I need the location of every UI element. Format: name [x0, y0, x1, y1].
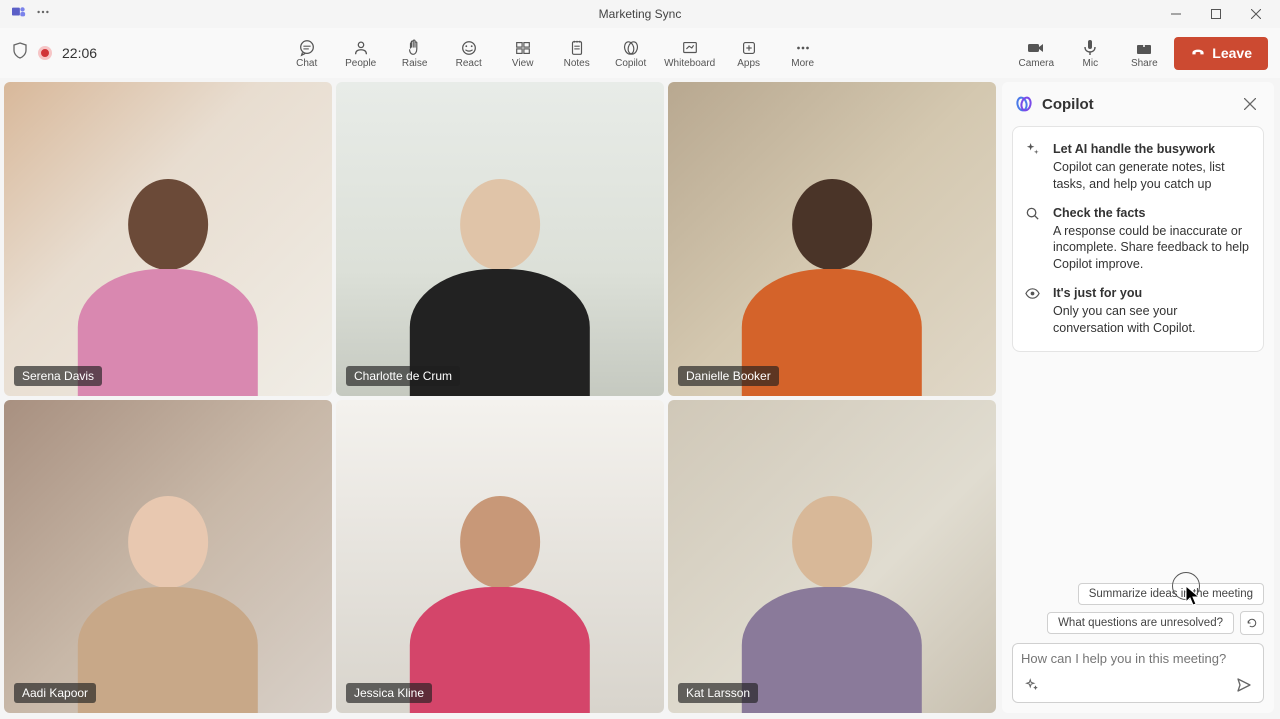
suggestion-chips: Summarize ideas in the meeting What ques…	[1012, 583, 1264, 635]
copilot-tip: Check the factsA response could be inacc…	[1023, 199, 1253, 280]
close-button[interactable]	[1236, 0, 1276, 28]
meeting-status: 22:06	[12, 42, 97, 65]
privacy-shield-icon[interactable]	[12, 42, 28, 65]
share-button[interactable]: Share	[1120, 31, 1168, 75]
copilot-compose: Summarize ideas in the meeting What ques…	[1002, 575, 1274, 713]
camera-button[interactable]: Camera	[1012, 31, 1060, 75]
send-button[interactable]	[1233, 674, 1255, 696]
copilot-tips-card: Let AI handle the busyworkCopilot can ge…	[1012, 126, 1264, 352]
participant-name: Aadi Kapoor	[14, 683, 96, 703]
copilot-header: Copilot	[1002, 82, 1274, 126]
hand-icon	[406, 38, 424, 58]
participant-tile[interactable]: Serena Davis	[4, 82, 332, 396]
media-controls: Camera Mic Share Leave	[1012, 31, 1268, 75]
toolbar-actions: Chat People Raise React View Notes Copil…	[283, 31, 827, 75]
app-icon	[12, 5, 26, 24]
copilot-icon	[622, 38, 640, 58]
view-icon	[514, 38, 532, 58]
chat-button[interactable]: Chat	[283, 31, 331, 75]
participant-name: Serena Davis	[14, 366, 102, 386]
window-controls	[1156, 0, 1276, 28]
maximize-button[interactable]	[1196, 0, 1236, 28]
copilot-close-button[interactable]	[1238, 92, 1262, 116]
react-button[interactable]: React	[445, 31, 493, 75]
raise-hand-button[interactable]: Raise	[391, 31, 439, 75]
minimize-button[interactable]	[1156, 0, 1196, 28]
copilot-button[interactable]: Copilot	[607, 31, 655, 75]
sparkle-icon	[1025, 141, 1043, 193]
leave-icon	[1190, 44, 1206, 63]
main-area: Serena Davis Charlotte de Crum Danielle …	[0, 78, 1280, 719]
emoji-icon	[460, 38, 478, 58]
video-grid: Serena Davis Charlotte de Crum Danielle …	[4, 82, 996, 713]
whiteboard-button[interactable]: Whiteboard	[661, 31, 719, 75]
more-icon[interactable]	[36, 5, 50, 24]
titlebar-left	[4, 5, 50, 24]
participant-tile[interactable]: Jessica Kline	[336, 400, 664, 714]
whiteboard-icon	[681, 38, 699, 58]
participant-name: Charlotte de Crum	[346, 366, 460, 386]
view-button[interactable]: View	[499, 31, 547, 75]
mic-button[interactable]: Mic	[1066, 31, 1114, 75]
camera-icon	[1026, 38, 1046, 58]
participant-tile[interactable]: Charlotte de Crum	[336, 82, 664, 396]
notes-button[interactable]: Notes	[553, 31, 601, 75]
sparkle-prompt-button[interactable]	[1021, 674, 1043, 696]
copilot-input[interactable]	[1021, 651, 1255, 666]
suggestion-chip[interactable]: What questions are unresolved?	[1047, 612, 1234, 634]
participant-tile[interactable]: Kat Larsson	[668, 400, 996, 714]
suggestion-chip[interactable]: Summarize ideas in the meeting	[1078, 583, 1264, 605]
meeting-timer: 22:06	[62, 45, 97, 61]
more-button[interactable]: More	[779, 31, 827, 75]
people-icon	[352, 38, 370, 58]
participant-name: Jessica Kline	[346, 683, 432, 703]
titlebar: Marketing Sync	[0, 0, 1280, 28]
copilot-tip: Let AI handle the busyworkCopilot can ge…	[1023, 135, 1253, 199]
mic-icon	[1080, 38, 1100, 58]
meeting-toolbar: 22:06 Chat People Raise React View Notes…	[0, 28, 1280, 78]
refresh-suggestions-button[interactable]	[1240, 611, 1264, 635]
copilot-title: Copilot	[1014, 94, 1094, 114]
notes-icon	[568, 38, 586, 58]
copilot-logo-icon	[1014, 94, 1034, 114]
participant-tile[interactable]: Danielle Booker	[668, 82, 996, 396]
recording-indicator-icon	[38, 46, 52, 60]
copilot-tip: It's just for youOnly you can see your c…	[1023, 279, 1253, 343]
share-icon	[1134, 38, 1154, 58]
leave-button[interactable]: Leave	[1174, 37, 1268, 70]
chat-icon	[298, 38, 316, 58]
participant-tile[interactable]: Aadi Kapoor	[4, 400, 332, 714]
copilot-input-box	[1012, 643, 1264, 703]
copilot-panel: Copilot Let AI handle the busyworkCopilo…	[1002, 82, 1274, 713]
apps-icon	[740, 38, 758, 58]
magnifier-icon	[1025, 205, 1043, 274]
apps-button[interactable]: Apps	[725, 31, 773, 75]
participant-name: Kat Larsson	[678, 683, 758, 703]
eye-icon	[1025, 285, 1043, 337]
people-button[interactable]: People	[337, 31, 385, 75]
window-title: Marketing Sync	[599, 7, 682, 21]
participant-name: Danielle Booker	[678, 366, 779, 386]
ellipsis-icon	[794, 38, 812, 58]
